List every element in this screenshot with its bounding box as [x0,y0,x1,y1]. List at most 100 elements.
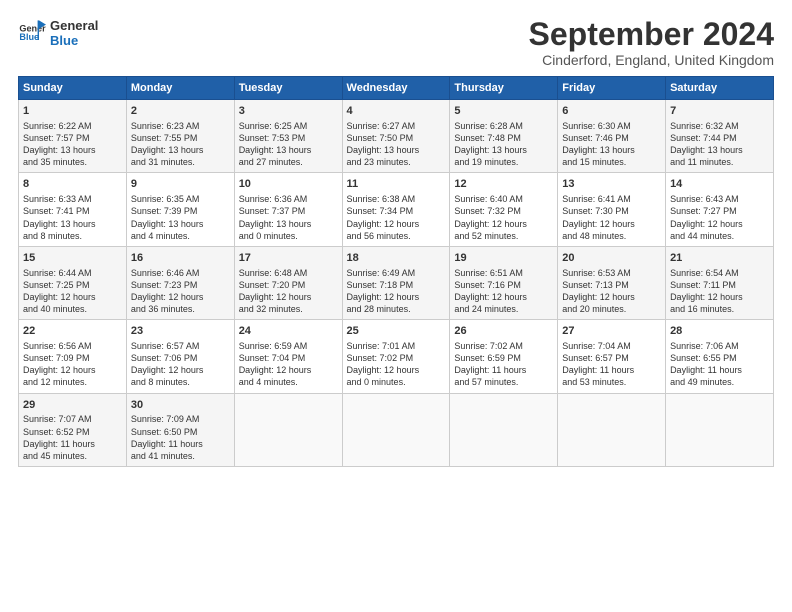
day-number: 17 [239,251,338,266]
calendar-cell: 4Sunrise: 6:27 AMSunset: 7:50 PMDaylight… [342,100,450,173]
day-info: Sunset: 7:06 PM [131,352,230,364]
day-info: Sunset: 7:53 PM [239,132,338,144]
day-info: Daylight: 12 hours [23,291,122,303]
day-info: Sunrise: 6:33 AM [23,193,122,205]
day-number: 20 [562,251,661,266]
column-header-thursday: Thursday [450,77,558,100]
day-number: 27 [562,324,661,339]
day-info: Sunrise: 6:22 AM [23,120,122,132]
calendar-cell: 26Sunrise: 7:02 AMSunset: 6:59 PMDayligh… [450,320,558,393]
calendar-cell: 24Sunrise: 6:59 AMSunset: 7:04 PMDayligh… [234,320,342,393]
calendar-cell: 8Sunrise: 6:33 AMSunset: 7:41 PMDaylight… [19,173,127,246]
calendar-cell: 16Sunrise: 6:46 AMSunset: 7:23 PMDayligh… [126,246,234,319]
day-info: and 11 minutes. [670,156,769,168]
day-info: Sunrise: 6:40 AM [454,193,553,205]
day-number: 3 [239,104,338,119]
day-number: 1 [23,104,122,119]
day-info: Sunset: 7:25 PM [23,279,122,291]
day-info: Daylight: 11 hours [670,364,769,376]
day-info: Daylight: 13 hours [23,218,122,230]
day-number: 28 [670,324,769,339]
day-info: Daylight: 12 hours [131,364,230,376]
calendar-cell: 19Sunrise: 6:51 AMSunset: 7:16 PMDayligh… [450,246,558,319]
day-info: Sunset: 7:57 PM [23,132,122,144]
day-info: Sunset: 6:59 PM [454,352,553,364]
day-info: Sunrise: 6:23 AM [131,120,230,132]
day-info: and 4 minutes. [239,376,338,388]
day-info: Daylight: 13 hours [239,218,338,230]
column-header-tuesday: Tuesday [234,77,342,100]
calendar-cell: 30Sunrise: 7:09 AMSunset: 6:50 PMDayligh… [126,393,234,466]
day-info: and 52 minutes. [454,230,553,242]
day-info: and 40 minutes. [23,303,122,315]
day-info: Daylight: 12 hours [239,364,338,376]
day-info: Daylight: 13 hours [454,144,553,156]
calendar-cell: 23Sunrise: 6:57 AMSunset: 7:06 PMDayligh… [126,320,234,393]
day-number: 29 [23,398,122,413]
day-info: and 19 minutes. [454,156,553,168]
day-info: and 48 minutes. [562,230,661,242]
column-header-friday: Friday [558,77,666,100]
day-info: Daylight: 12 hours [562,291,661,303]
day-info: Daylight: 13 hours [23,144,122,156]
title-block: September 2024 Cinderford, England, Unit… [529,18,774,68]
day-info: Sunset: 7:11 PM [670,279,769,291]
calendar-cell: 21Sunrise: 6:54 AMSunset: 7:11 PMDayligh… [666,246,774,319]
day-info: Sunrise: 6:48 AM [239,267,338,279]
day-info: Sunrise: 6:54 AM [670,267,769,279]
day-info: and 27 minutes. [239,156,338,168]
day-info: and 8 minutes. [131,376,230,388]
day-info: and 0 minutes. [347,376,446,388]
day-info: Sunrise: 6:46 AM [131,267,230,279]
day-info: and 24 minutes. [454,303,553,315]
day-info: and 35 minutes. [23,156,122,168]
day-info: Sunset: 7:02 PM [347,352,446,364]
day-number: 8 [23,177,122,192]
day-number: 12 [454,177,553,192]
calendar-cell: 3Sunrise: 6:25 AMSunset: 7:53 PMDaylight… [234,100,342,173]
day-info: Daylight: 13 hours [347,144,446,156]
day-info: Sunset: 6:50 PM [131,426,230,438]
calendar-cell: 9Sunrise: 6:35 AMSunset: 7:39 PMDaylight… [126,173,234,246]
day-info: Daylight: 12 hours [347,218,446,230]
calendar-cell: 5Sunrise: 6:28 AMSunset: 7:48 PMDaylight… [450,100,558,173]
day-info: Sunrise: 6:27 AM [347,120,446,132]
day-info: and 32 minutes. [239,303,338,315]
day-info: Sunset: 7:18 PM [347,279,446,291]
day-info: Sunset: 6:55 PM [670,352,769,364]
day-info: Sunrise: 6:38 AM [347,193,446,205]
day-info: Daylight: 12 hours [670,218,769,230]
day-number: 25 [347,324,446,339]
day-info: and 16 minutes. [670,303,769,315]
day-number: 24 [239,324,338,339]
day-info: Sunrise: 6:35 AM [131,193,230,205]
day-info: Sunset: 7:39 PM [131,205,230,217]
day-info: Sunset: 7:30 PM [562,205,661,217]
day-number: 19 [454,251,553,266]
column-header-monday: Monday [126,77,234,100]
calendar-cell: 1Sunrise: 6:22 AMSunset: 7:57 PMDaylight… [19,100,127,173]
day-info: Sunrise: 6:49 AM [347,267,446,279]
day-info: and 57 minutes. [454,376,553,388]
day-number: 9 [131,177,230,192]
day-info: Sunrise: 6:36 AM [239,193,338,205]
day-info: Sunrise: 6:57 AM [131,340,230,352]
day-info: Daylight: 13 hours [562,144,661,156]
page-header: General Blue General Blue September 2024… [18,18,774,68]
calendar-cell: 27Sunrise: 7:04 AMSunset: 6:57 PMDayligh… [558,320,666,393]
day-info: Daylight: 13 hours [670,144,769,156]
calendar-cell [342,393,450,466]
day-info: and 20 minutes. [562,303,661,315]
day-info: and 4 minutes. [131,230,230,242]
day-info: and 56 minutes. [347,230,446,242]
day-info: Daylight: 11 hours [454,364,553,376]
day-info: Sunset: 7:50 PM [347,132,446,144]
day-info: Sunset: 7:09 PM [23,352,122,364]
day-info: Sunset: 7:46 PM [562,132,661,144]
day-info: Sunrise: 7:09 AM [131,413,230,425]
day-number: 26 [454,324,553,339]
day-info: Sunset: 7:37 PM [239,205,338,217]
day-info: Sunrise: 6:44 AM [23,267,122,279]
svg-text:Blue: Blue [19,32,39,42]
column-header-wednesday: Wednesday [342,77,450,100]
